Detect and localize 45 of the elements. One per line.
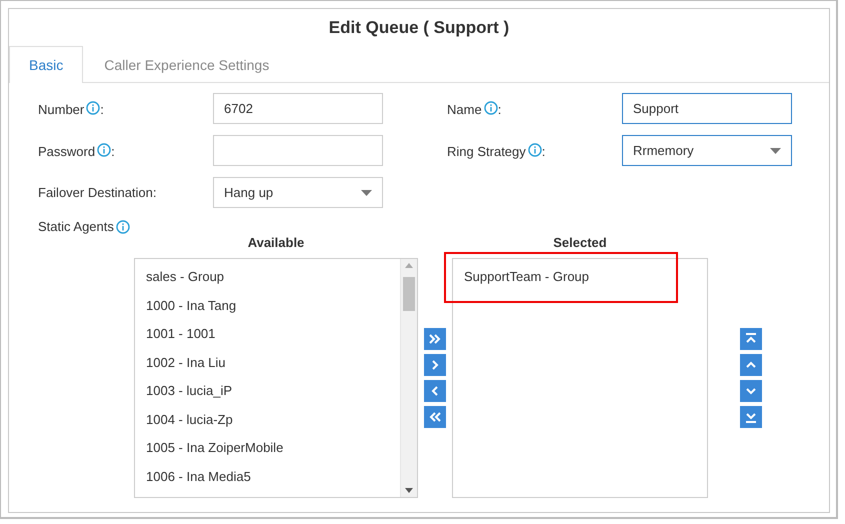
info-icon [116, 220, 130, 234]
list-heading: Selected [553, 235, 607, 250]
label-colon: : [542, 144, 546, 158]
field-label: Name [447, 102, 482, 116]
tab[interactable]: Basic [9, 46, 84, 83]
double-chevron-right-button[interactable] [424, 328, 446, 350]
label-colon: : [498, 102, 502, 116]
scrollbar[interactable] [400, 259, 417, 497]
list-item[interactable]: 1000 - Ina Tang [135, 292, 417, 320]
dropdown[interactable]: Hang up [213, 177, 383, 208]
label-colon: : [152, 185, 157, 200]
list-item[interactable]: 1006 - Ina Media5 [135, 462, 417, 491]
scroll-up-arrow-icon[interactable] [405, 263, 413, 268]
list-item[interactable]: 1001 - 1001 [135, 320, 417, 348]
list-item[interactable]: 1003 - lucia_iP [135, 377, 417, 406]
label-colon: : [100, 102, 104, 116]
text-field[interactable]: Support [622, 93, 792, 124]
scrollbar-thumb[interactable] [403, 277, 415, 311]
dialog-title: Edit Queue ( Support ) [328, 16, 510, 38]
list-item[interactable]: 1002 - Ina Liu [135, 348, 417, 377]
caret-icon [770, 148, 781, 154]
caret-icon [361, 190, 372, 196]
tab[interactable]: Caller Experience Settings [83, 46, 290, 83]
dropdown[interactable]: Rrmemory [622, 135, 792, 166]
move-top-button[interactable] [740, 328, 762, 350]
chevron-left-button[interactable] [424, 380, 446, 402]
field-label: Number [38, 102, 84, 116]
list-item[interactable]: 1004 - lucia-Zp [135, 406, 417, 434]
field-label: Password [38, 144, 96, 158]
list-item[interactable]: 1005 - Ina ZoiperMobile [135, 434, 417, 462]
list-heading: Available [248, 235, 304, 250]
chevron-up-button[interactable] [740, 354, 762, 376]
field-label: Ring Strategy [447, 144, 526, 158]
double-chevron-left-button[interactable] [424, 406, 446, 428]
list-item[interactable]: sales - Group [135, 263, 417, 292]
field-label: Failover Destination [38, 185, 153, 200]
move-bottom-button[interactable] [740, 406, 762, 428]
chevron-down-button[interactable] [740, 380, 762, 402]
list-item[interactable]: SupportTeam - Group [453, 263, 707, 292]
chevron-right-button[interactable] [424, 354, 446, 376]
text-field[interactable]: 6702 [213, 93, 383, 124]
section-label: Static Agents [38, 219, 114, 234]
scroll-down-arrow-icon[interactable] [405, 488, 413, 493]
label-colon: : [111, 144, 115, 158]
text-field[interactable] [213, 135, 383, 166]
